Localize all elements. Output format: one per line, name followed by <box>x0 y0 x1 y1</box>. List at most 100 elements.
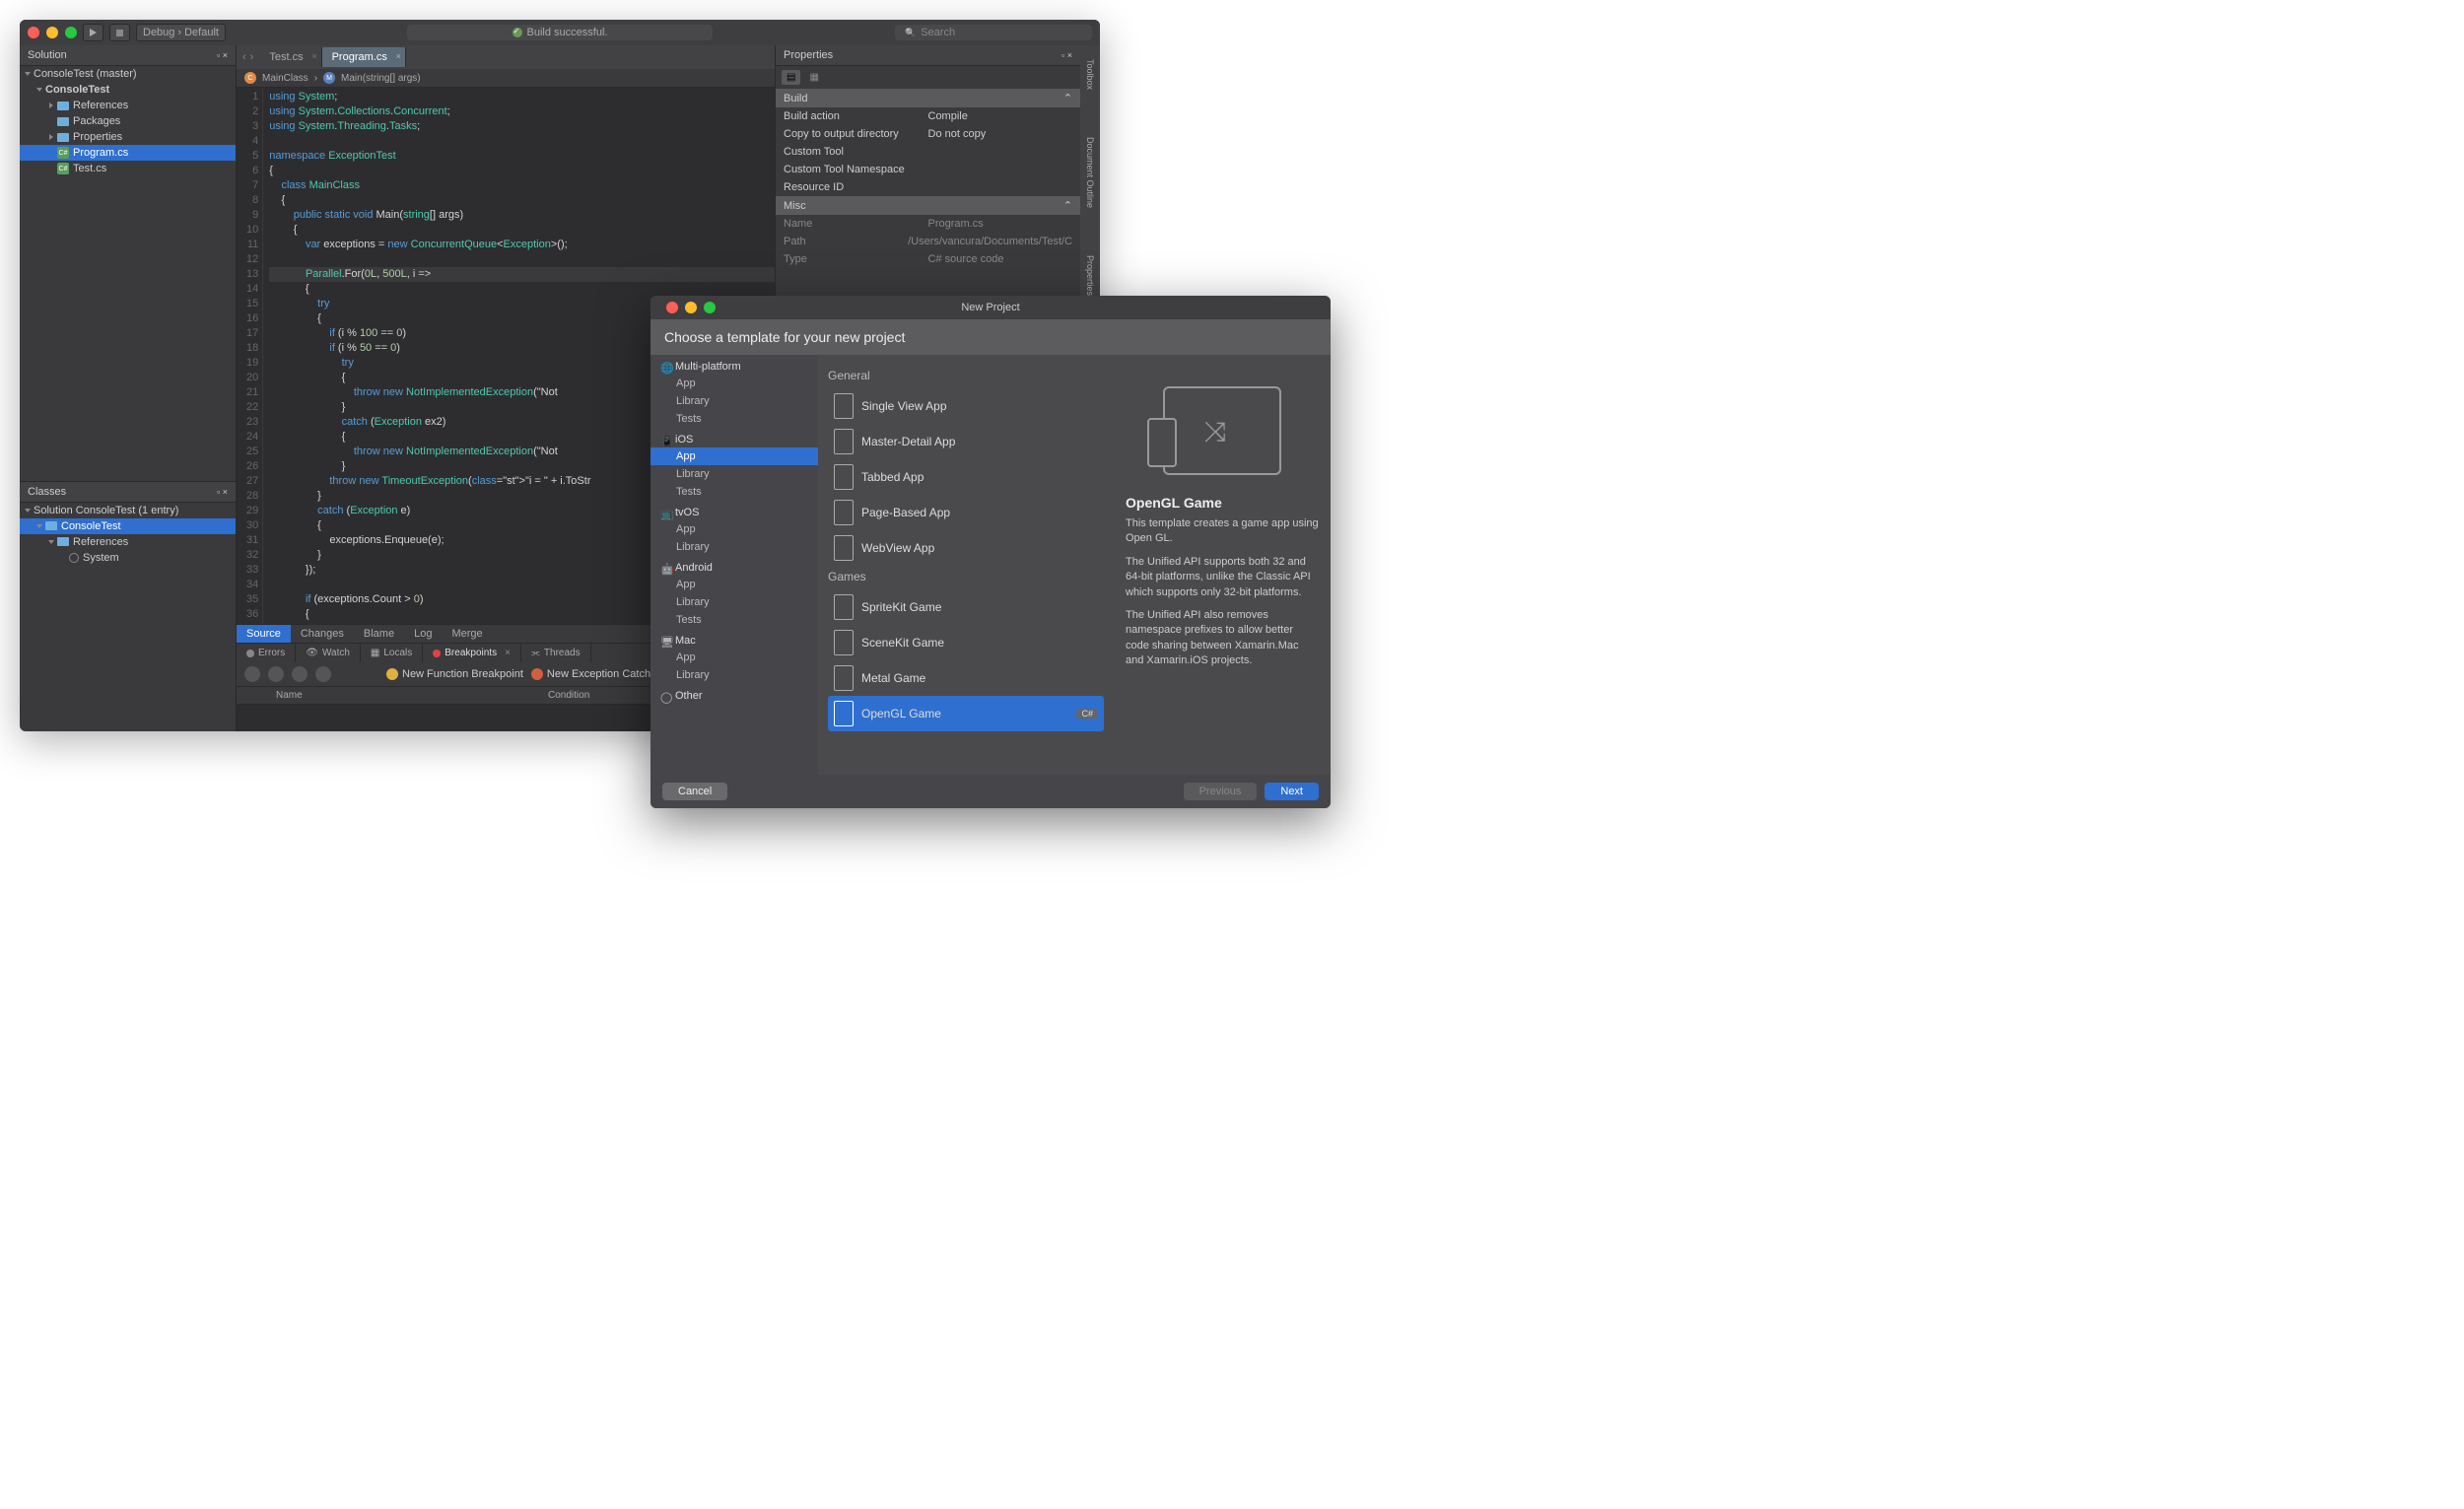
classes-project-node[interactable]: ConsoleTest <box>20 518 236 534</box>
tab-source[interactable]: Source <box>237 625 291 643</box>
cat-item-app[interactable]: App <box>650 520 818 538</box>
template-page-based[interactable]: Page-Based App <box>828 495 1104 530</box>
window-minimize-button[interactable] <box>46 27 58 38</box>
cat-item-app[interactable]: App <box>650 576 818 593</box>
template-master-detail[interactable]: Master-Detail App <box>828 424 1104 459</box>
cat-tvos[interactable]: 📺tvOS <box>650 501 818 520</box>
cat-item-library[interactable]: Library <box>650 538 818 556</box>
class-icon: C <box>244 72 256 84</box>
tab-merge[interactable]: Merge <box>442 625 492 643</box>
template-icon <box>834 464 854 490</box>
template-webview[interactable]: WebView App <box>828 530 1104 566</box>
breadcrumb[interactable]: C MainClass › M Main(string[] args) <box>237 69 775 88</box>
cat-android[interactable]: 🤖Android <box>650 556 818 576</box>
template-single-view[interactable]: Single View App <box>828 388 1104 424</box>
dialog-zoom-button[interactable] <box>704 302 716 313</box>
template-scenekit[interactable]: SceneKit Game <box>828 625 1104 660</box>
tab-blame[interactable]: Blame <box>354 625 404 643</box>
classes-title: Classes <box>28 486 66 498</box>
custom-tool-ns-value[interactable] <box>928 164 1073 175</box>
window-zoom-button[interactable] <box>65 27 77 38</box>
panel-options-icon[interactable]: ▫ × <box>1061 50 1072 60</box>
solution-root[interactable]: ConsoleTest (master) <box>20 66 236 82</box>
template-spritekit[interactable]: SpriteKit Game <box>828 589 1104 625</box>
cancel-button[interactable]: Cancel <box>662 783 727 800</box>
section-build[interactable]: Build⌃ <box>776 89 1080 107</box>
packages-node[interactable]: Packages <box>20 113 236 129</box>
debug-tool-button[interactable] <box>292 666 308 682</box>
classes-references-node[interactable]: References <box>20 534 236 550</box>
section-misc[interactable]: Misc⌃ <box>776 196 1080 215</box>
section-general: General <box>828 369 1104 382</box>
cat-item-app[interactable]: App <box>650 447 818 465</box>
prop-view-button[interactable]: ▤ <box>782 70 800 85</box>
solution-title: Solution <box>28 49 67 61</box>
run-button[interactable] <box>83 24 103 41</box>
cat-item-tests[interactable]: Tests <box>650 483 818 501</box>
next-button[interactable]: Next <box>1265 783 1319 800</box>
cat-item-library[interactable]: Library <box>650 666 818 684</box>
cat-mac[interactable]: 🖥Mac <box>650 629 818 649</box>
cat-item-app[interactable]: App <box>650 649 818 666</box>
template-icon <box>834 701 854 726</box>
toolbox-tab[interactable]: Toolbox <box>1083 55 1097 94</box>
template-opengl[interactable]: OpenGL GameC# <box>828 696 1104 731</box>
play-icon <box>90 29 97 36</box>
tab-threads[interactable]: ⫘Threads <box>521 644 591 662</box>
global-search[interactable]: Search <box>895 25 1092 40</box>
close-icon[interactable]: × <box>505 648 511 658</box>
tab-watch[interactable]: 👁Watch <box>296 644 361 662</box>
copy-value[interactable]: Do not copy <box>928 128 1073 140</box>
cat-item-tests[interactable]: Tests <box>650 410 818 428</box>
template-metal[interactable]: Metal Game <box>828 660 1104 696</box>
panel-options-icon[interactable]: ▫ × <box>217 487 228 497</box>
check-icon <box>513 28 522 37</box>
tab-test[interactable]: Test.cs× <box>259 47 321 67</box>
properties-title: Properties <box>784 49 833 61</box>
cat-other[interactable]: ◯Other <box>650 684 818 704</box>
build-action-value[interactable]: Compile <box>928 110 1073 122</box>
nav-forward-icon[interactable]: › <box>250 51 254 63</box>
tab-locals[interactable]: ▦Locals <box>361 644 423 662</box>
custom-tool-value[interactable] <box>928 146 1073 158</box>
dialog-minimize-button[interactable] <box>685 302 697 313</box>
classes-system-node[interactable]: System <box>20 550 236 566</box>
prop-view-button[interactable]: ▦ <box>804 70 823 85</box>
properties-tab[interactable]: Properties <box>1083 251 1097 300</box>
close-icon[interactable]: × <box>311 51 316 61</box>
stop-button[interactable] <box>109 24 130 41</box>
cat-ios[interactable]: 📱iOS <box>650 428 818 447</box>
resource-id-value[interactable] <box>928 181 1073 193</box>
cat-item-library[interactable]: Library <box>650 593 818 611</box>
cat-item-tests[interactable]: Tests <box>650 611 818 629</box>
document-outline-tab[interactable]: Document Outline <box>1083 133 1097 212</box>
method-icon: M <box>323 72 335 84</box>
cat-multiplatform[interactable]: 🌐Multi-platform <box>650 355 818 375</box>
properties-node[interactable]: Properties <box>20 129 236 145</box>
cat-item-app[interactable]: App <box>650 375 818 392</box>
references-node[interactable]: References <box>20 98 236 113</box>
close-icon[interactable]: × <box>396 51 401 61</box>
tab-breakpoints[interactable]: Breakpoints× <box>423 644 521 662</box>
cat-item-library[interactable]: Library <box>650 392 818 410</box>
config-selector[interactable]: Debug › Default <box>136 24 226 41</box>
tab-errors[interactable]: Errors <box>237 644 296 662</box>
project-node[interactable]: ConsoleTest <box>20 82 236 98</box>
arrows-icon: ⤨ <box>1204 416 1226 448</box>
tab-log[interactable]: Log <box>404 625 442 643</box>
tab-program[interactable]: Program.cs× <box>322 47 406 67</box>
tab-changes[interactable]: Changes <box>291 625 354 643</box>
new-function-breakpoint[interactable]: New Function Breakpoint <box>386 668 523 680</box>
test-file-node[interactable]: Test.cs <box>20 161 236 176</box>
dialog-close-button[interactable] <box>666 302 678 313</box>
debug-tool-button[interactable] <box>244 666 260 682</box>
program-file-node[interactable]: Program.cs <box>20 145 236 161</box>
template-tabbed[interactable]: Tabbed App <box>828 459 1104 495</box>
cat-item-library[interactable]: Library <box>650 465 818 483</box>
panel-options-icon[interactable]: ▫ × <box>217 50 228 60</box>
debug-tool-button[interactable] <box>268 666 284 682</box>
window-close-button[interactable] <box>28 27 39 38</box>
debug-tool-button[interactable] <box>315 666 331 682</box>
nav-back-icon[interactable]: ‹ <box>242 51 246 63</box>
classes-root[interactable]: Solution ConsoleTest (1 entry) <box>20 503 236 518</box>
